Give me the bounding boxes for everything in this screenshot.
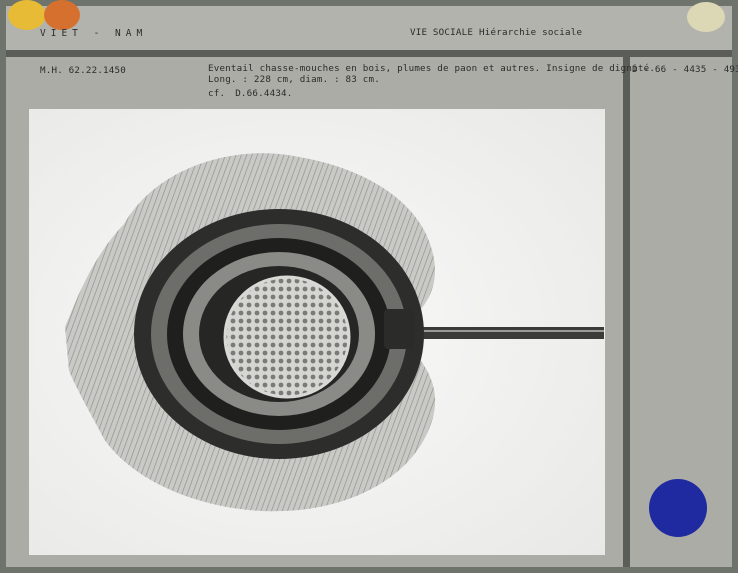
blue-color-dot [649,479,707,537]
cross-reference: cf. D.66.4434. [208,88,293,99]
cream-color-dot [687,2,725,32]
photograph [29,109,605,555]
category-label: VIE SOCIALE Hiérarchie sociale [410,27,582,38]
vertical-rule [623,57,630,567]
category-main: VIE SOCIALE [410,27,474,38]
fan-handle [404,327,604,339]
inventory-number: M.H. 62.22.1450 [40,65,126,76]
object-description: Eventail chasse-mouches en bois, plumes … [208,63,656,85]
feather-fan-photo [29,109,605,555]
country-label: VIET - NAM [40,28,148,39]
yellow-color-dot [8,0,46,30]
cf-label: cf. [208,88,226,99]
description-line-2: Long. : 228 cm, diam. : 83 cm. [208,73,380,85]
orange-color-dot [44,0,80,30]
horizontal-rule [6,50,732,57]
photo-references: D - 66 - 4435 - 493 [632,64,738,75]
cf-reference: D.66.4434. [235,88,293,99]
archive-card: VIET - NAM VIE SOCIALE Hiérarchie sociale… [6,0,738,567]
category-sub: Hiérarchie sociale [479,27,583,38]
description-line-1: Eventail chasse-mouches en bois, plumes … [208,63,656,74]
